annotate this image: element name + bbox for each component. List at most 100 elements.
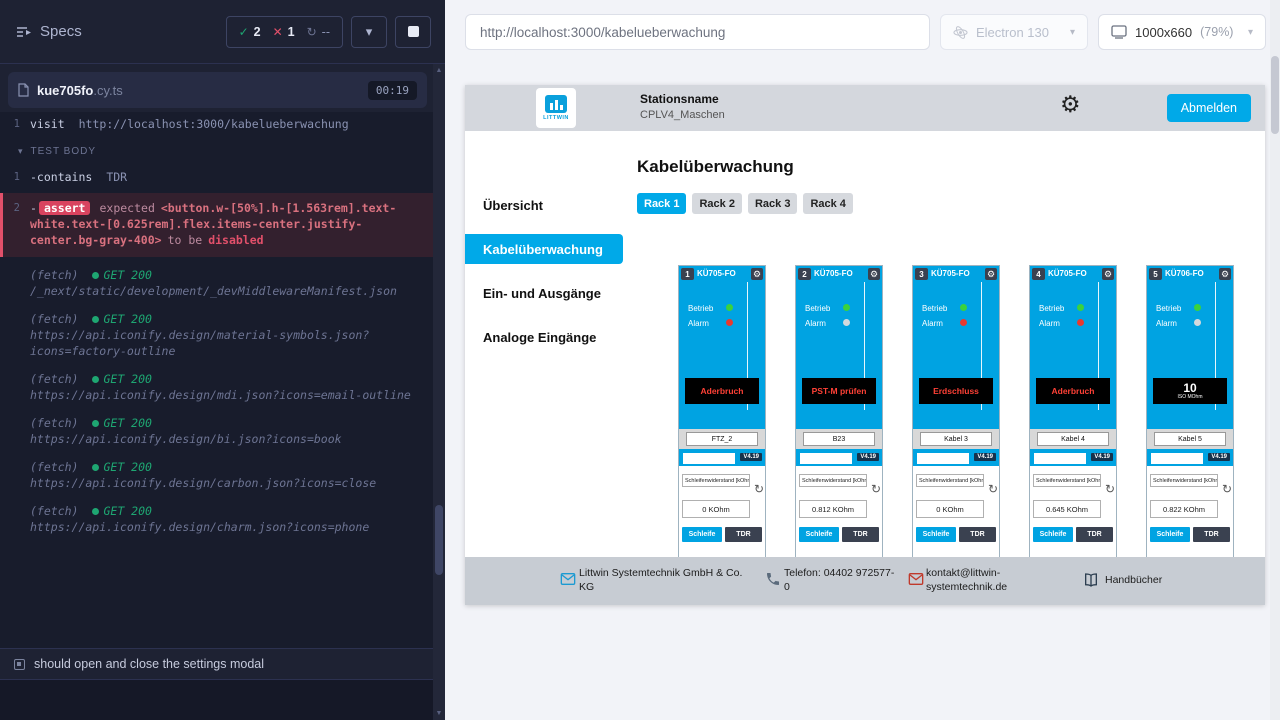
tdr-button[interactable]: TDR (725, 527, 762, 542)
fetch-log-list: (fetch)GET 200 /_next/static/development… (0, 261, 433, 541)
schleife-button[interactable]: Schleife (1033, 527, 1073, 542)
spec-file-row[interactable]: kue705fo.cy.ts 00:19 (8, 72, 427, 108)
test-body-section[interactable]: ▾ TEST BODY (0, 136, 433, 165)
tdr-button[interactable]: TDR (1076, 527, 1113, 542)
specs-menu-button[interactable]: Specs (16, 23, 82, 40)
contains-log-row[interactable]: 1 -containsTDR (0, 165, 433, 189)
cable-strip: Kabel 3 (913, 429, 999, 449)
failed-assert-row[interactable]: 2 -assertexpected<button.w-[50%].h-[1.56… (0, 193, 433, 257)
tdr-button[interactable]: TDR (1193, 527, 1230, 542)
fetch-url: https://api.iconify.design/bi.json?icons… (30, 431, 415, 447)
fetch-tag: (fetch) (30, 372, 78, 386)
card-settings-button[interactable]: ⚙ (751, 268, 763, 280)
scroll-down-icon[interactable]: ▼ (433, 710, 445, 717)
tdr-button[interactable]: TDR (842, 527, 879, 542)
browser-select[interactable]: Electron 130 ▾ (940, 14, 1088, 50)
card-settings-button[interactable]: ⚙ (868, 268, 880, 280)
sidebar-item-ein-und-ausgaenge[interactable]: Ein- und Ausgänge (465, 271, 623, 315)
fetch-log-row[interactable]: (fetch)GET 200 https://api.iconify.desig… (0, 453, 433, 497)
cable-strip: Kabel 5 (1147, 429, 1233, 449)
collapse-button[interactable]: ▾ (351, 16, 387, 48)
footer-manuals[interactable]: Handbücher (1105, 573, 1162, 587)
tab-rack-2[interactable]: Rack 2 (692, 193, 741, 214)
littwin-logo: LITTWIN (536, 88, 576, 128)
schleife-button[interactable]: Schleife (916, 527, 956, 542)
status-ok-dot (92, 316, 99, 323)
cable-name: Kabel 3 (920, 432, 992, 446)
status-display: 10 ISO MOhm (1153, 378, 1227, 404)
status-text: Erdschluss (933, 386, 979, 396)
spec-name: kue705fo.cy.ts (37, 83, 123, 98)
card-settings-button[interactable]: ⚙ (985, 268, 997, 280)
schleife-button[interactable]: Schleife (682, 527, 722, 542)
betrieb-label: Betrieb (922, 304, 947, 313)
scrollbar-thumb[interactable] (435, 505, 443, 575)
settings-button[interactable]: ⚙ (1060, 93, 1081, 116)
aut-stage: Electron 130 ▾ 1000x660 (79%) ▾ LITTWIN … (445, 0, 1270, 720)
chevron-down-icon: ▾ (1070, 27, 1075, 38)
card-settings-button[interactable]: ⚙ (1219, 268, 1231, 280)
status-text: PST-M prüfen (812, 386, 867, 396)
page-scrollbar-thumb[interactable] (1271, 56, 1279, 134)
refresh-icon[interactable]: ↻ (754, 483, 764, 495)
card-settings-button[interactable]: ⚙ (1102, 268, 1114, 280)
sidebar-item-analoge-eingaenge[interactable]: Analoge Eingänge (465, 315, 623, 359)
logo-building-icon (545, 95, 567, 113)
card-number: 3 (915, 268, 928, 280)
fetch-log-row[interactable]: (fetch)GET 200 https://api.iconify.desig… (0, 365, 433, 409)
fetch-log-row[interactable]: (fetch)GET 200 https://api.iconify.desig… (0, 497, 433, 541)
fetch-log-row[interactable]: (fetch)GET 200 https://api.iconify.desig… (0, 305, 433, 365)
tab-rack-3[interactable]: Rack 3 (748, 193, 797, 214)
command-arg: http://localhost:3000/kabelueberwachung (79, 117, 349, 131)
fetch-tag: (fetch) (30, 312, 78, 326)
card-number: 2 (798, 268, 811, 280)
sidebar-item-uebersicht[interactable]: Übersicht (465, 183, 623, 227)
status-value: 10 (1183, 382, 1196, 394)
command-log: 1 visithttp://localhost:3000/kabelueberw… (0, 112, 433, 648)
tdr-button[interactable]: TDR (959, 527, 996, 542)
tab-rack-4[interactable]: Rack 4 (803, 193, 852, 214)
fetch-url: https://api.iconify.design/mdi.json?icon… (30, 387, 415, 403)
scroll-up-icon[interactable]: ▲ (433, 67, 445, 74)
stop-button[interactable] (395, 16, 431, 48)
next-test-row[interactable]: should open and close the settings modal (0, 648, 433, 680)
betrieb-led (1194, 304, 1201, 311)
panel-filler (0, 680, 433, 720)
fetch-log-row[interactable]: (fetch)GET 200 /_next/static/development… (0, 261, 433, 305)
cable-strip: Kabel 4 (1030, 429, 1116, 449)
url-input[interactable] (465, 14, 930, 50)
card-header: 2 KÜ705-FO ⚙ (796, 266, 882, 282)
fetch-log-row[interactable]: (fetch)GET 200 https://api.iconify.desig… (0, 409, 433, 453)
logout-button[interactable]: Abmelden (1167, 94, 1251, 122)
logo-text: LITTWIN (543, 115, 569, 121)
specs-label: Specs (40, 23, 82, 40)
betrieb-label: Betrieb (1039, 304, 1064, 313)
test-stats: ✓2 ✕1 ↻-- (226, 16, 343, 48)
runner-scrollbar[interactable]: ▲ ▼ (433, 64, 445, 720)
refresh-icon[interactable]: ↻ (1222, 483, 1232, 495)
refresh-icon[interactable]: ↻ (1105, 483, 1115, 495)
visit-log-row[interactable]: 1 visithttp://localhost:3000/kabelueberw… (0, 112, 433, 136)
sidebar-item-kabelueberwachung[interactable]: Kabelüberwachung (465, 234, 623, 264)
tab-rack-1[interactable]: Rack 1 (637, 193, 686, 214)
page-scrollbar[interactable] (1270, 0, 1280, 720)
alarm-led (726, 319, 733, 326)
fetch-url: https://api.iconify.design/charm.json?ic… (30, 519, 415, 535)
schleife-button[interactable]: Schleife (799, 527, 839, 542)
card-model: KÜ705-FO (931, 269, 970, 278)
schleife-button[interactable]: Schleife (1150, 527, 1190, 542)
measurement-label: Schleifenwiderstand [kOhm] (799, 474, 867, 487)
card-measure-section: Schleifenwiderstand [kOhm] ↻ 0.812 KOhm … (796, 466, 882, 557)
status-ok-dot (92, 464, 99, 471)
cable-name: Kabel 5 (1154, 432, 1226, 446)
card-number: 5 (1149, 268, 1162, 280)
viewport-select[interactable]: 1000x660 (79%) ▾ (1098, 14, 1266, 50)
pending-count: ↻-- (307, 25, 330, 39)
refresh-icon[interactable]: ↻ (871, 483, 881, 495)
alarm-led (843, 319, 850, 326)
card-measure-section: Schleifenwiderstand [kOhm] ↻ 0 KOhm Schl… (913, 466, 999, 557)
check-icon: ✓ (239, 25, 249, 39)
fetch-url: /_next/static/development/_devMiddleware… (30, 283, 415, 299)
app-window: LITTWIN Stationsname CPLV4_Maschen ⚙ Abm… (465, 85, 1265, 605)
refresh-icon[interactable]: ↻ (988, 483, 998, 495)
